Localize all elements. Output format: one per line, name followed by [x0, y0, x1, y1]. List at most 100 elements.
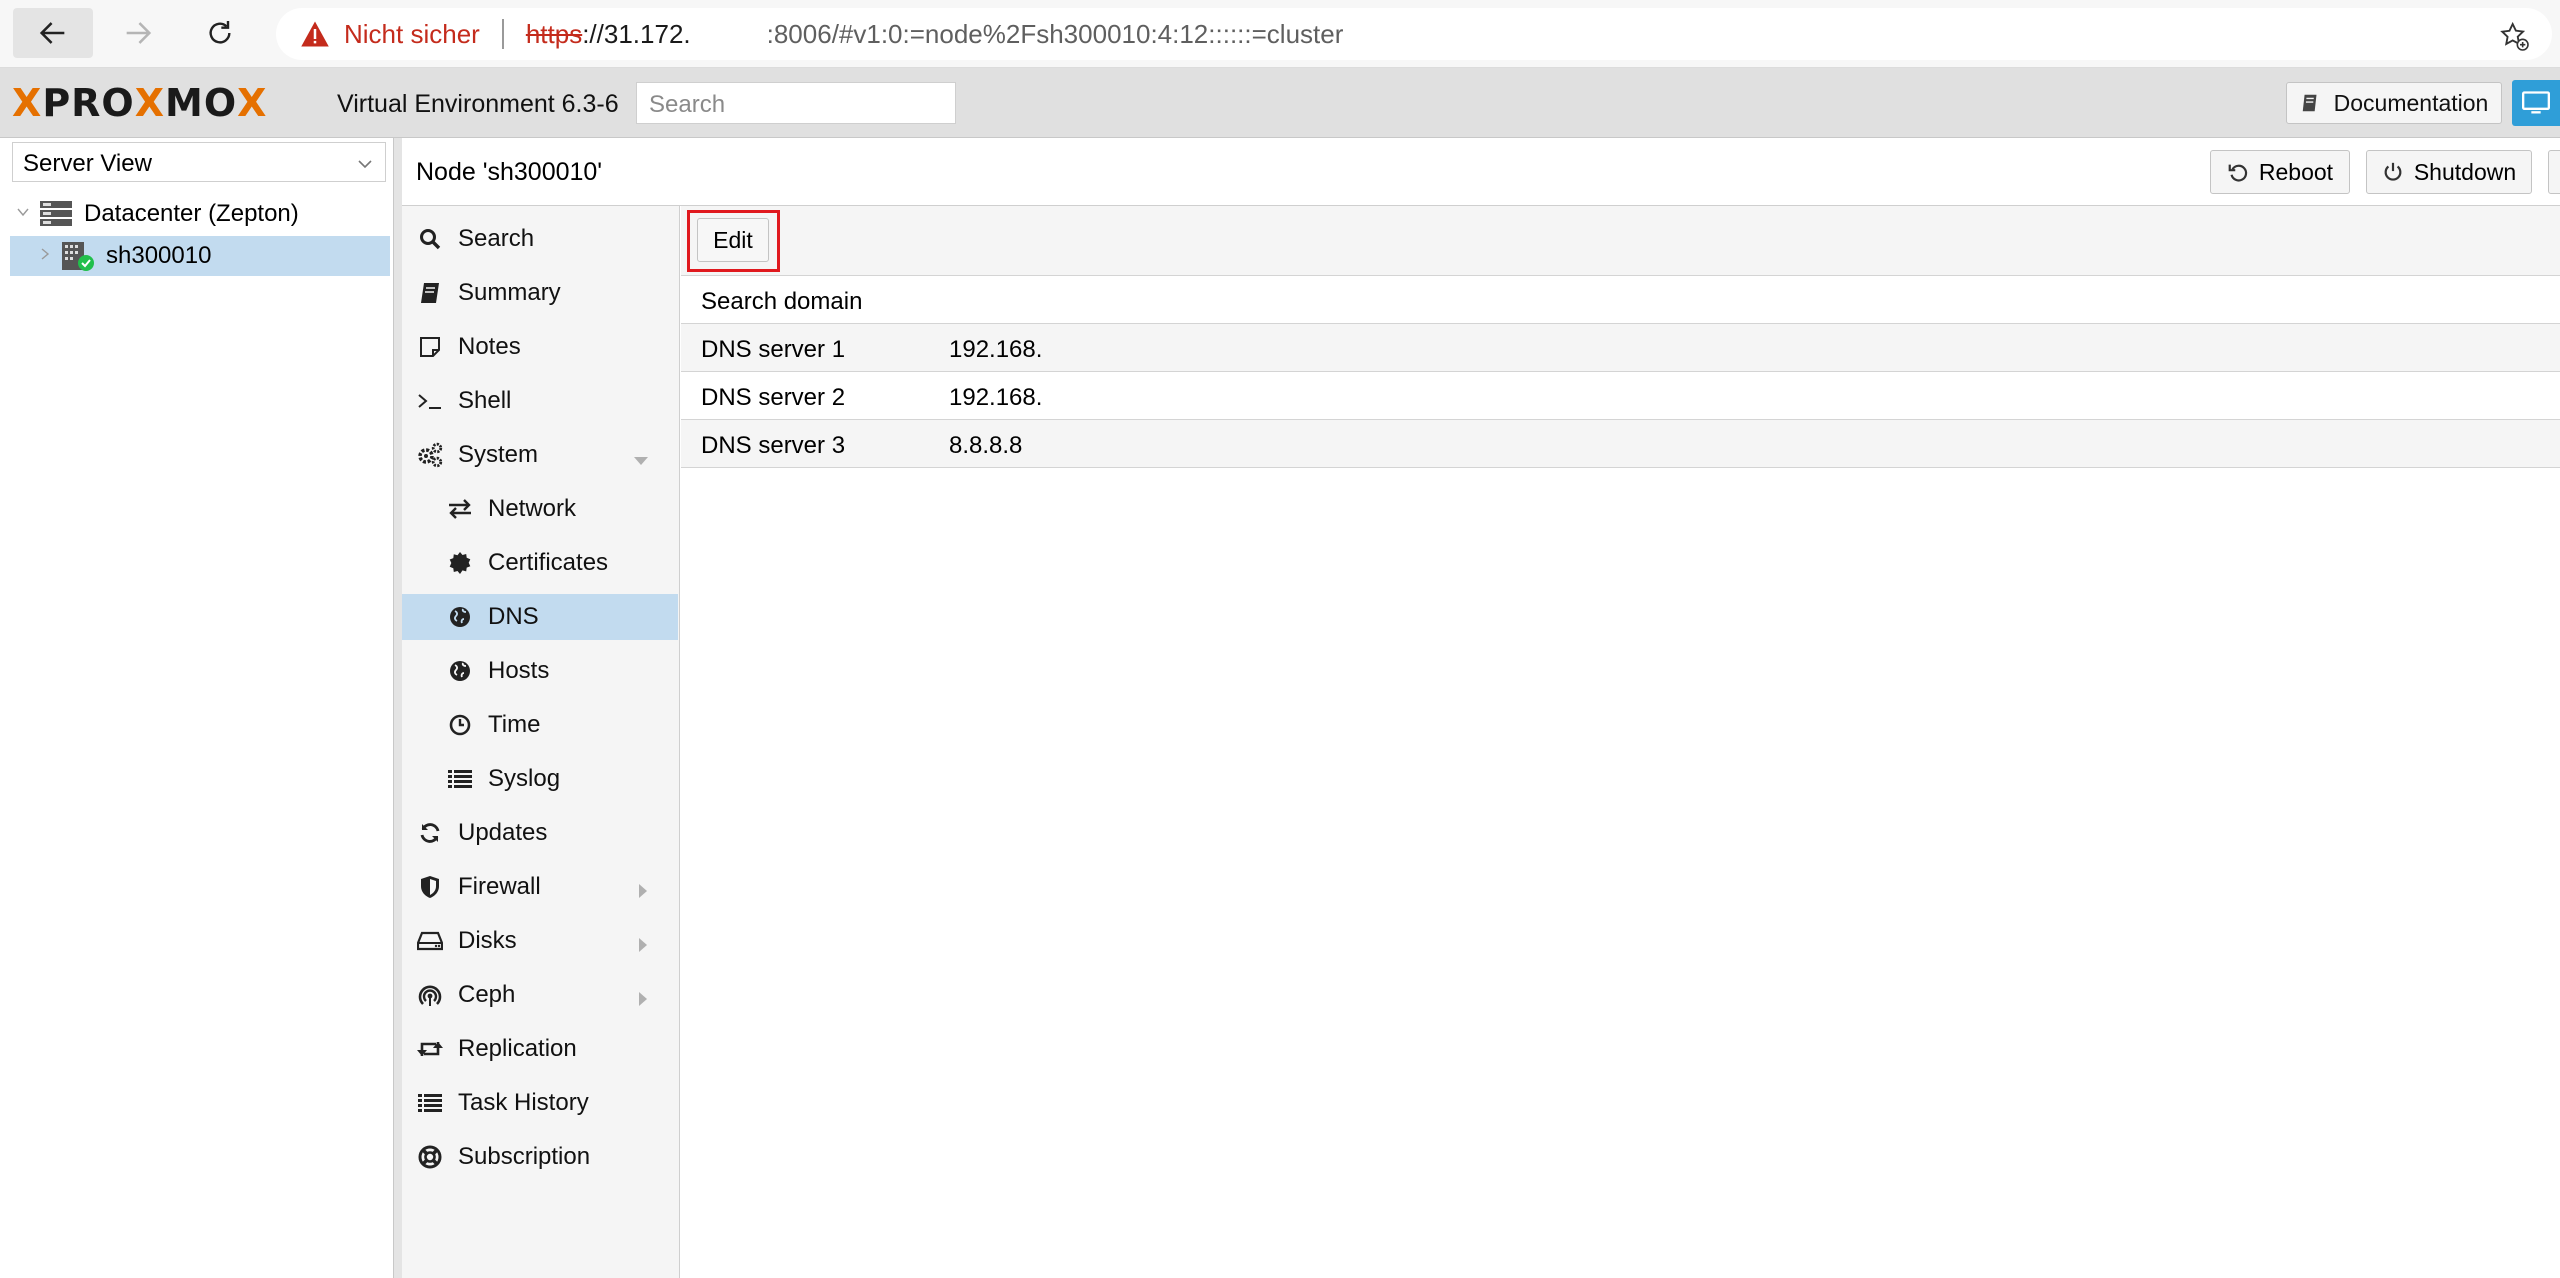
menu-item-firewall[interactable]: Firewall — [402, 864, 678, 910]
view-selector-value: Server View — [23, 150, 152, 177]
menu-item-replication[interactable]: Replication — [402, 1026, 678, 1072]
documentation-label: Documentation — [2333, 89, 2489, 116]
dns-key: DNS server 3 — [701, 432, 846, 459]
globe-icon — [446, 657, 474, 685]
warning-icon — [301, 21, 329, 47]
menu-item-disks[interactable]: Disks — [402, 918, 678, 964]
browser-toolbar: Nicht sicher https ://31.172. :8006/#v1:… — [0, 0, 2560, 68]
terminal-icon — [416, 387, 444, 415]
logo-x2: X — [134, 81, 166, 125]
server-rack-icon — [36, 200, 76, 228]
menu-item-dns[interactable]: DNS — [402, 594, 678, 640]
clock-icon — [446, 711, 474, 739]
menu-label-system: System — [458, 441, 539, 468]
dns-key: DNS server 1 — [701, 336, 846, 363]
reboot-button[interactable]: Reboot — [2210, 150, 2350, 194]
edit-button[interactable]: Edit — [697, 218, 769, 262]
menu-label-search: Search — [458, 225, 535, 252]
menu-label-hosts: Hosts — [488, 657, 550, 684]
search-icon — [416, 225, 444, 253]
menu-item-task-history[interactable]: Task History — [402, 1080, 678, 1126]
menu-label-certificates: Certificates — [488, 549, 609, 576]
chevron-down-icon — [355, 153, 375, 181]
dns-value: 192.168. — [949, 384, 1043, 411]
dns-panel: Edit Search domain DNS server 1 192.168.… — [681, 206, 2560, 1278]
book-icon — [2302, 94, 2317, 112]
menu-item-time[interactable]: Time — [402, 702, 678, 748]
menu-item-system[interactable]: System — [402, 432, 678, 478]
dns-value: 192.168. — [949, 336, 1043, 363]
dns-key: Search domain — [701, 288, 863, 315]
reload-button[interactable] — [180, 8, 260, 58]
logo-mo: MO — [165, 81, 238, 125]
more-actions-button[interactable] — [2548, 150, 2560, 194]
menu-label-updates: Updates — [458, 819, 548, 846]
address-divider — [501, 19, 504, 49]
menu-label-summary: Summary — [458, 279, 561, 306]
node-label: sh300010 — [106, 242, 212, 269]
undo-icon — [2228, 164, 2247, 182]
exchange-icon — [446, 495, 474, 523]
menu-item-shell[interactable]: Shell — [402, 378, 678, 424]
gears-icon — [416, 441, 444, 469]
menu-item-updates[interactable]: Updates — [402, 810, 678, 856]
star-plus-icon — [2500, 21, 2529, 51]
menu-item-certificates[interactable]: Certificates — [402, 540, 678, 586]
dns-row-server-3[interactable]: DNS server 3 8.8.8.8 — [681, 420, 2560, 468]
menu-label-syslog: Syslog — [488, 765, 561, 792]
url-host: ://31.172. — [582, 18, 691, 49]
dns-row-search-domain[interactable]: Search domain — [681, 276, 2560, 324]
arrow-right-icon — [126, 22, 152, 44]
lifebuoy-icon — [416, 1143, 444, 1171]
menu-item-summary[interactable]: Summary — [402, 270, 678, 316]
list-icon — [446, 765, 474, 793]
add-favorite-button[interactable] — [2498, 20, 2530, 59]
address-bar[interactable]: Nicht sicher https ://31.172. :8006/#v1:… — [276, 8, 2552, 60]
view-selector[interactable]: Server View — [12, 142, 386, 182]
menu-item-hosts[interactable]: Hosts — [402, 648, 678, 694]
tree-item-node[interactable]: sh300010 — [10, 236, 390, 276]
menu-item-network[interactable]: Network — [402, 486, 678, 532]
search-input[interactable]: Search — [636, 82, 956, 124]
menu-label-ceph: Ceph — [458, 981, 516, 1008]
url-path: :8006/#v1:0:=node%2Fsh300010:4:12::::::=… — [766, 18, 1344, 49]
expand-icon[interactable] — [32, 246, 58, 267]
panel-splitter[interactable] — [394, 138, 402, 1278]
dns-row-server-1[interactable]: DNS server 1 192.168. — [681, 324, 2560, 372]
menu-label-notes: Notes — [458, 333, 521, 360]
resource-tree-panel: Server View Datacenter (Zepton) sh300010 — [0, 138, 394, 1278]
dns-row-server-2[interactable]: DNS server 2 192.168. — [681, 372, 2560, 420]
chevron-down-icon — [632, 447, 650, 475]
reboot-label: Reboot — [2258, 158, 2334, 185]
security-warning[interactable]: Nicht sicher — [300, 19, 480, 50]
logo-x3: X — [237, 81, 268, 125]
chevron-right-icon — [636, 879, 650, 907]
menu-label-subscription: Subscription — [458, 1143, 591, 1170]
back-button[interactable] — [13, 8, 93, 58]
dns-value: 8.8.8.8 — [949, 432, 1023, 459]
documentation-button[interactable]: Documentation — [2286, 82, 2502, 124]
ceph-icon — [416, 981, 444, 1009]
menu-item-subscription[interactable]: Subscription — [402, 1134, 678, 1180]
book-icon — [416, 279, 444, 307]
shield-icon — [416, 873, 444, 901]
forward-button[interactable] — [98, 8, 178, 58]
menu-item-ceph[interactable]: Ceph — [402, 972, 678, 1018]
menu-item-search[interactable]: Search — [402, 216, 678, 262]
refresh-icon — [416, 819, 444, 847]
menu-item-syslog[interactable]: Syslog — [402, 756, 678, 802]
url-protocol: https — [525, 18, 583, 49]
shutdown-button[interactable]: Shutdown — [2366, 150, 2532, 194]
version-label: Virtual Environment 6.3-6 — [337, 90, 619, 118]
collapse-icon[interactable] — [10, 204, 36, 225]
app-header: X PRO X MO X Virtual Environment 6.3-6 Searc… — [0, 68, 2560, 138]
menu-label-replication: Replication — [458, 1035, 577, 1062]
tree-item-datacenter[interactable]: Datacenter (Zepton) — [10, 194, 390, 234]
shutdown-label: Shutdown — [2413, 158, 2517, 185]
hdd-icon — [416, 927, 444, 955]
node-online-icon — [58, 240, 98, 272]
proxmox-logo[interactable]: X PRO X MO X — [12, 80, 267, 126]
console-button[interactable] — [2512, 80, 2560, 126]
menu-item-notes[interactable]: Notes — [402, 324, 678, 370]
dns-toolbar: Edit — [681, 206, 2560, 276]
